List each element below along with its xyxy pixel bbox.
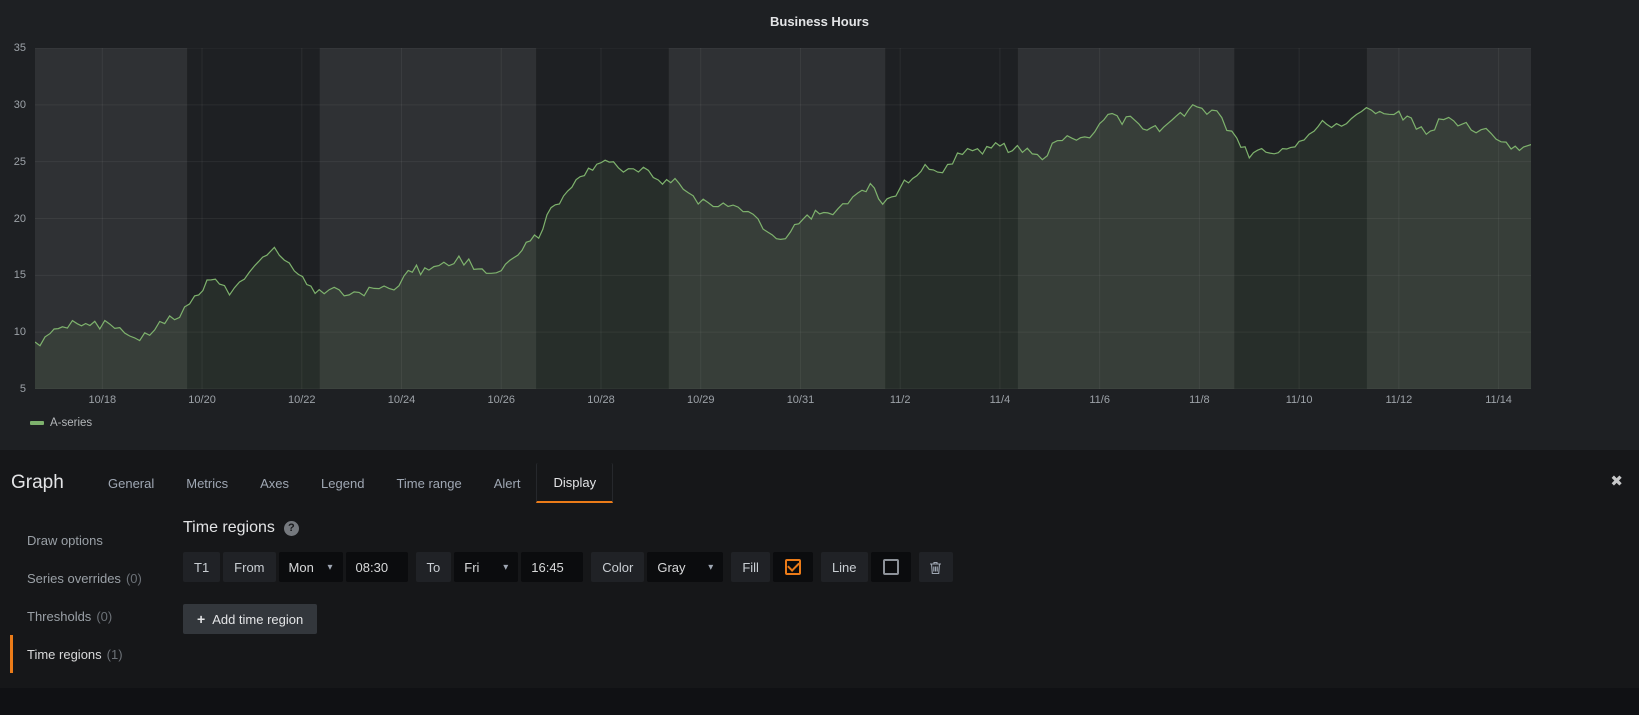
- trash-icon: [929, 560, 942, 575]
- x-axis-tick-label: 11/2: [890, 394, 911, 406]
- region-id-label: T1: [183, 552, 220, 582]
- x-axis-tick-label: 10/20: [188, 394, 216, 406]
- y-axis-labels: 5101520253035: [0, 48, 29, 389]
- from-day-value: Mon: [289, 560, 314, 575]
- sidebar-item-label: Draw options: [27, 533, 103, 548]
- to-day-select[interactable]: Fri ▾: [454, 552, 518, 582]
- tab-legend[interactable]: Legend: [305, 463, 380, 503]
- checkbox-icon: [883, 559, 899, 575]
- time-region-row: T1 From Mon ▾ To Fri ▾ Color Gray: [183, 552, 1619, 582]
- from-time-input[interactable]: [346, 552, 408, 582]
- checkbox-icon: [785, 559, 801, 575]
- editor-sidebar: Draw options Series overrides (0) Thresh…: [0, 521, 172, 673]
- plus-icon: +: [197, 611, 205, 627]
- sidebar-item-count: (0): [96, 609, 112, 624]
- editor-tabs: General Metrics Axes Legend Time range A…: [92, 463, 613, 503]
- x-axis-tick-label: 11/10: [1286, 394, 1313, 406]
- y-axis-tick-label: 20: [14, 213, 26, 225]
- x-axis-tick-label: 10/29: [687, 394, 715, 406]
- x-axis-tick-label: 11/14: [1485, 394, 1512, 406]
- tab-axes[interactable]: Axes: [244, 463, 305, 503]
- x-axis-tick-label: 11/12: [1385, 394, 1412, 406]
- line-checkbox[interactable]: [871, 552, 911, 582]
- x-axis-tick-label: 11/8: [1189, 394, 1210, 406]
- x-axis-labels: 10/18 10/20 10/22 10/24 10/26 10/28 10/29 10/31…: [35, 394, 1531, 410]
- sidebar-item-label: Time regions: [27, 647, 102, 662]
- color-select[interactable]: Gray ▾: [647, 552, 723, 582]
- tab-alert[interactable]: Alert: [478, 463, 537, 503]
- x-axis-tick-label: 10/26: [487, 394, 515, 406]
- x-axis-tick-label: 10/22: [288, 394, 316, 406]
- sidebar-item-label: Thresholds: [27, 609, 91, 624]
- chevron-down-icon: ▾: [503, 562, 508, 573]
- color-label: Color: [591, 552, 644, 582]
- y-axis-tick-label: 10: [14, 326, 26, 338]
- x-axis-tick-label: 10/31: [787, 394, 815, 406]
- help-icon[interactable]: ?: [284, 521, 299, 536]
- legend-color-icon: [30, 421, 44, 425]
- line-label: Line: [821, 552, 868, 582]
- add-time-region-label: Add time region: [212, 612, 303, 627]
- x-axis-tick-label: 11/4: [990, 394, 1011, 406]
- fill-label: Fill: [731, 552, 770, 582]
- page-bottom-strip: [0, 688, 1639, 715]
- sidebar-item-count: (1): [107, 647, 123, 662]
- y-axis-tick-label: 25: [14, 156, 26, 168]
- chevron-down-icon: ▾: [708, 562, 713, 573]
- chart-plot-area[interactable]: [35, 48, 1531, 389]
- sidebar-item-thresholds[interactable]: Thresholds (0): [10, 597, 172, 635]
- section-title-text: Time regions: [183, 519, 275, 537]
- x-axis-tick-label: 10/24: [388, 394, 416, 406]
- tab-general[interactable]: General: [92, 463, 170, 503]
- color-value: Gray: [657, 560, 685, 575]
- timeseries-chart[interactable]: [35, 48, 1531, 389]
- fill-checkbox[interactable]: [773, 552, 813, 582]
- sidebar-item-series-overrides[interactable]: Series overrides (0): [10, 559, 172, 597]
- y-axis-tick-label: 15: [14, 269, 26, 281]
- graph-panel: Business Hours 5101520253035 10/1810/201…: [0, 0, 1639, 450]
- sidebar-item-draw-options[interactable]: Draw options: [10, 521, 172, 559]
- legend-series-label: A-series: [50, 417, 92, 429]
- editor-content: Time regions ? T1 From Mon ▾ To Fri ▾: [183, 519, 1619, 634]
- tab-display[interactable]: Display: [536, 463, 613, 503]
- x-axis-tick-label: 11/6: [1089, 394, 1110, 406]
- to-time-input[interactable]: [521, 552, 583, 582]
- chevron-down-icon: ▾: [327, 562, 332, 573]
- sidebar-item-time-regions[interactable]: Time regions (1): [10, 635, 172, 673]
- sidebar-item-count: (0): [126, 571, 142, 586]
- tab-metrics[interactable]: Metrics: [170, 463, 244, 503]
- editor-panel-title: Graph: [11, 472, 64, 494]
- tab-time-range[interactable]: Time range: [380, 463, 477, 503]
- panel-title: Business Hours: [0, 14, 1639, 29]
- y-axis-tick-label: 5: [20, 383, 26, 395]
- sidebar-item-label: Series overrides: [27, 571, 121, 586]
- editor-header: Graph General Metrics Axes Legend Time r…: [0, 463, 1639, 503]
- delete-region-button[interactable]: [919, 552, 953, 582]
- section-title: Time regions ?: [183, 519, 1619, 537]
- from-label: From: [223, 552, 275, 582]
- y-axis-tick-label: 35: [14, 42, 26, 54]
- y-axis-tick-label: 30: [14, 99, 26, 111]
- to-label: To: [416, 552, 452, 582]
- panel-editor: Graph General Metrics Axes Legend Time r…: [0, 455, 1639, 687]
- close-icon[interactable]: ✖: [1610, 474, 1623, 489]
- x-axis-tick-label: 10/28: [587, 394, 615, 406]
- from-day-select[interactable]: Mon ▾: [279, 552, 343, 582]
- add-time-region-button[interactable]: + Add time region: [183, 604, 317, 634]
- x-axis-tick-label: 10/18: [89, 394, 117, 406]
- to-day-value: Fri: [464, 560, 479, 575]
- legend-series-a[interactable]: A-series: [30, 417, 92, 429]
